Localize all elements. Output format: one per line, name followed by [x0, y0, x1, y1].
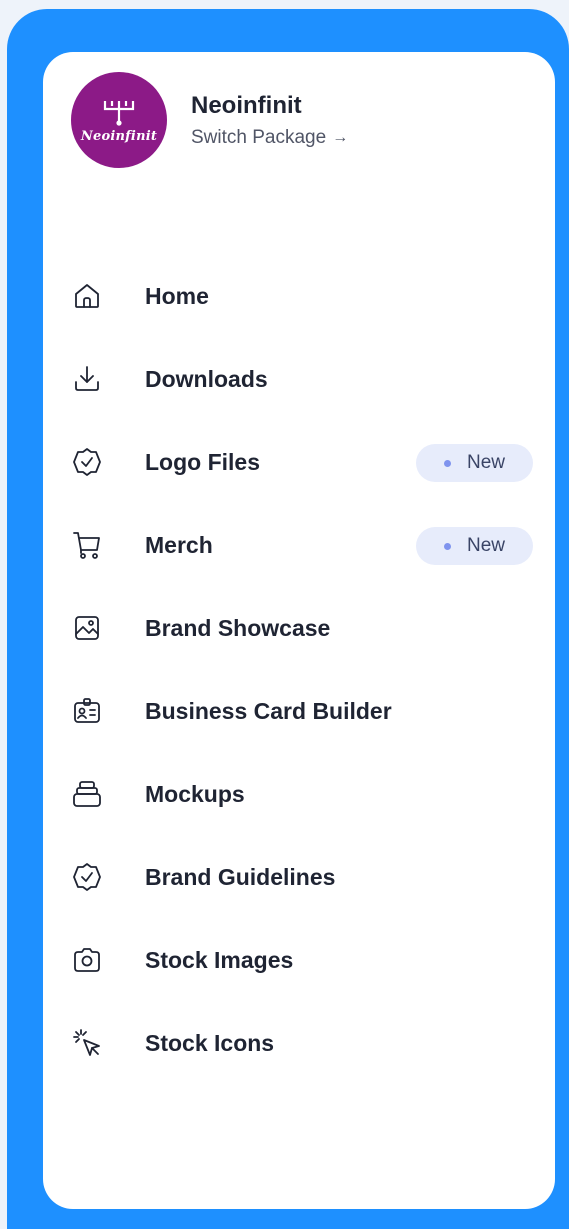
sidebar-item-label: Logo Files: [145, 448, 260, 475]
badge-label: New: [466, 452, 505, 473]
badge-label: New: [466, 535, 505, 556]
sidebar-item-label: Brand Showcase: [145, 614, 331, 641]
camera-icon: [71, 944, 103, 976]
sidebar-item-label: Stock Icons: [145, 1029, 275, 1056]
trident-logo-icon: [103, 100, 135, 126]
sidebar-frame: Neoinfinit Neoinfinit Switch Package → H…: [7, 9, 569, 1229]
sidebar-item-label: Business Card Builder: [145, 697, 392, 724]
sidebar-item-label: Mockups: [145, 780, 245, 807]
id-card-icon: [71, 695, 103, 727]
sidebar-item-label: Home: [145, 282, 209, 309]
download-icon: [71, 363, 103, 395]
avatar[interactable]: Neoinfinit: [71, 72, 167, 168]
new-badge: New: [416, 444, 533, 482]
sidebar-item-logo-files[interactable]: Logo Files New: [71, 440, 533, 484]
avatar-brand-text: Neoinfinit: [80, 128, 158, 144]
cursor-click-icon: [71, 1027, 103, 1059]
company-name: Neoinfinit: [191, 92, 302, 119]
sidebar-item-stock-images[interactable]: Stock Images: [71, 938, 533, 982]
arrow-right-icon: →: [332, 129, 349, 146]
sidebar-item-merch[interactable]: Merch New: [71, 523, 533, 567]
switch-package-label: Switch Package: [191, 127, 327, 148]
sidebar-item-home[interactable]: Home: [71, 274, 533, 318]
sidebar-item-label: Brand Guidelines: [145, 863, 336, 890]
sidebar-item-label: Downloads: [145, 365, 268, 392]
profile-text: Neoinfinit Switch Package →: [191, 91, 348, 149]
sidebar-item-downloads[interactable]: Downloads: [71, 357, 533, 401]
switch-package-link[interactable]: Switch Package →: [191, 127, 348, 149]
new-badge: New: [416, 527, 533, 565]
sidebar-panel: Neoinfinit Neoinfinit Switch Package → H…: [43, 52, 555, 1209]
sidebar-item-label: Stock Images: [145, 946, 294, 973]
image-icon: [71, 612, 103, 644]
sidebar-item-brand-showcase[interactable]: Brand Showcase: [71, 606, 533, 650]
badge-check-icon: [71, 446, 103, 478]
sidebar-item-stock-icons[interactable]: Stock Icons: [71, 1021, 533, 1065]
badge-dot: [443, 459, 451, 467]
home-icon: [71, 280, 103, 312]
sidebar-item-label: Merch: [145, 531, 213, 558]
badge-check-icon: [71, 861, 103, 893]
sidebar-item-business-card-builder[interactable]: Business Card Builder: [71, 689, 533, 733]
layers-icon: [71, 778, 103, 810]
badge-dot: [443, 542, 451, 550]
sidebar-item-mockups[interactable]: Mockups: [71, 772, 533, 816]
cart-icon: [71, 529, 103, 561]
sidebar-item-brand-guidelines[interactable]: Brand Guidelines: [71, 855, 533, 899]
profile-header[interactable]: Neoinfinit Neoinfinit Switch Package →: [71, 72, 348, 168]
